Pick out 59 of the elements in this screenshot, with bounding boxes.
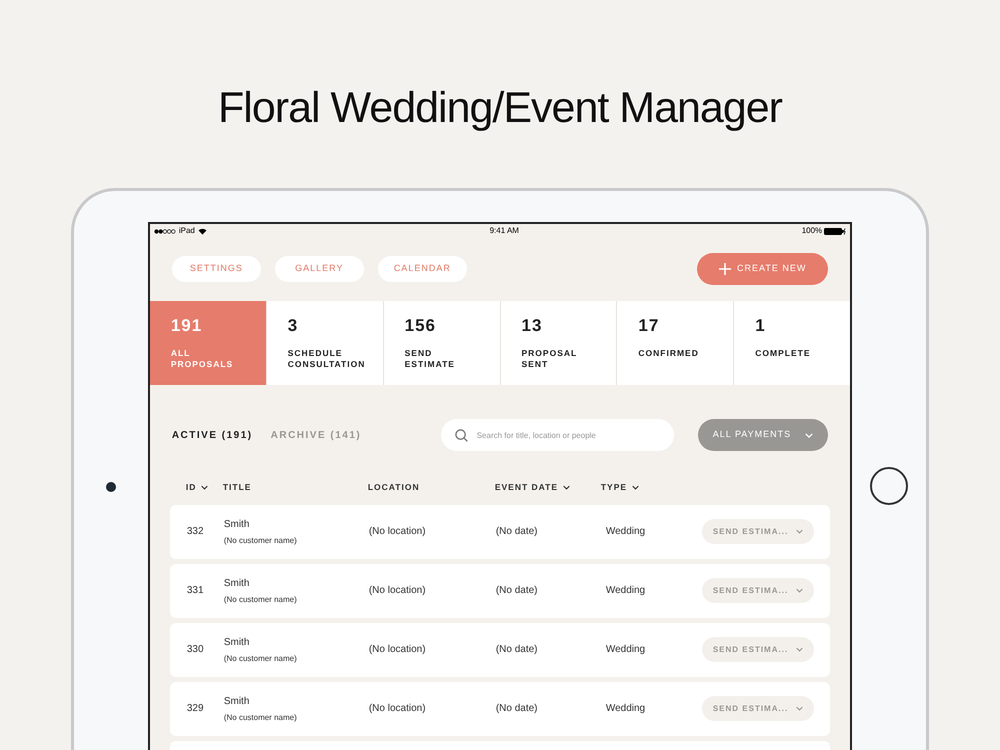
status-time: 9:41 AM xyxy=(490,225,519,237)
title-cell-text: Smith xyxy=(224,694,250,709)
battery-icon xyxy=(824,228,846,234)
type-cell-text: Wedding xyxy=(606,702,646,716)
location-cell-text: (No location) xyxy=(368,525,427,540)
page-headline: Floral Wedding/Event Manager xyxy=(218,84,782,132)
table-row[interactable]: 332 Smith (No customer name) (No location) (No date) Wedding SEND ESTIMA... xyxy=(170,504,830,559)
home-button[interactable] xyxy=(870,467,908,505)
customer-name: (No customer name) xyxy=(224,594,298,606)
chevron-down-icon xyxy=(805,432,814,438)
type-cell-text: Wedding xyxy=(606,584,646,598)
type-cell-text: Wedding xyxy=(606,643,646,658)
chevron-down-icon xyxy=(201,484,208,490)
chevron-down-icon xyxy=(563,484,570,490)
status-filter-tab[interactable]: 156 SEND ESTIMATE xyxy=(384,301,500,385)
customer-name: (No customer name) xyxy=(224,534,298,547)
title-cell-text: Smith xyxy=(224,636,250,650)
list-tab[interactable]: ACTIVE (191) xyxy=(172,428,253,442)
column-header[interactable]: EVENT DATE xyxy=(494,481,570,494)
search-field[interactable]: Search for title, location or people xyxy=(440,419,674,451)
date-cell-text: (No date) xyxy=(496,584,539,598)
column-header[interactable]: LOCATION xyxy=(368,481,420,494)
status-filter-tab[interactable]: 1 COMPLETE xyxy=(734,301,850,385)
location-cell-text: (No location) xyxy=(368,643,427,658)
battery-percent: 100% xyxy=(802,225,822,237)
title-cell-text: Smith xyxy=(224,518,250,532)
location-cell-text: (No location) xyxy=(368,584,427,598)
id-cell-text: 329 xyxy=(186,702,205,716)
status-filter-tab[interactable]: 17 CONFIRMED xyxy=(617,301,734,385)
date-cell-text: (No date) xyxy=(496,525,539,540)
title-cell-text: Smith xyxy=(224,576,250,591)
signal-icon xyxy=(154,228,176,234)
status-filter-tab[interactable]: 3 SCHEDULE CONSULTATION xyxy=(266,301,383,385)
table-row[interactable]: 329 Smith (No customer name) (No location) (No date) Wedding SEND ESTIMA... xyxy=(170,682,830,736)
table-row[interactable]: 331 Smith (No customer name) (No location) (No date) Wedding SEND ESTIMA... xyxy=(170,564,830,618)
camera-icon xyxy=(106,482,116,492)
wifi-icon xyxy=(198,228,207,234)
chevron-down-icon xyxy=(796,647,803,652)
chevron-down-icon xyxy=(796,706,803,712)
id-cell-text: 331 xyxy=(186,584,205,598)
chevron-down-icon xyxy=(796,529,803,534)
plus-icon xyxy=(719,263,731,275)
date-cell-text: (No date) xyxy=(496,702,539,716)
table-row[interactable]: 330 Smith (No customer name) (No location) (No date) Wedding SEND ESTIMA... xyxy=(170,622,830,677)
carrier-text: iPad xyxy=(178,225,195,237)
search-icon xyxy=(454,429,468,442)
location-cell-text: (No location) xyxy=(368,702,427,716)
type-cell-text: Wedding xyxy=(606,525,646,540)
id-cell-text: 332 xyxy=(186,525,205,540)
date-cell-text: (No date) xyxy=(496,643,539,658)
column-header[interactable]: ID xyxy=(186,481,208,494)
column-header[interactable]: TITLE xyxy=(222,481,252,494)
customer-name: (No customer name) xyxy=(224,652,298,665)
customer-name: (No customer name) xyxy=(224,712,298,724)
column-header[interactable]: TYPE xyxy=(600,481,640,494)
chevron-down-icon xyxy=(796,588,803,594)
id-cell-text: 330 xyxy=(186,643,205,658)
chevron-down-icon xyxy=(632,484,640,490)
status-filter-tab[interactable]: 13 PROPOSAL SENT xyxy=(500,301,616,385)
